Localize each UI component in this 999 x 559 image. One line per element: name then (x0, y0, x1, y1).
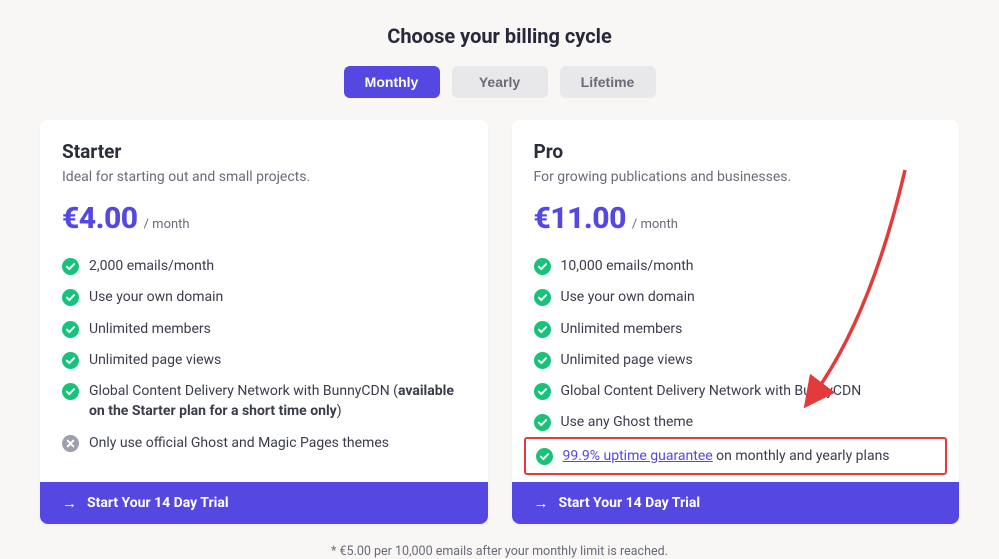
plans-row: Starter Ideal for starting out and small… (40, 120, 959, 524)
feature-text: Global Content Delivery Network with Bun… (561, 381, 862, 401)
feature-row: Use any Ghost theme (534, 412, 938, 432)
plan-price: €4.00 (62, 201, 138, 236)
feature-row: 99.9% uptime guarantee on monthly and ye… (536, 446, 936, 466)
plan-interval: / month (144, 217, 190, 232)
feature-row: Only use official Ghost and Magic Pages … (62, 433, 466, 453)
tab-monthly[interactable]: Monthly (344, 66, 440, 98)
check-circle-icon (534, 383, 551, 400)
feature-text: Unlimited members (561, 319, 683, 339)
feature-text: Global Content Delivery Network with Bun… (89, 381, 466, 422)
feature-text: Unlimited page views (89, 350, 221, 370)
plan-tagline: Ideal for starting out and small project… (62, 169, 466, 185)
billing-cycle-tabs: Monthly Yearly Lifetime (40, 66, 959, 98)
plan-features: 2,000 emails/month Use your own domain Unl… (62, 256, 466, 453)
check-circle-icon (534, 321, 551, 338)
tab-lifetime[interactable]: Lifetime (560, 66, 656, 98)
feature-text: Unlimited members (89, 319, 211, 339)
check-circle-icon (534, 414, 551, 431)
feature-row: Unlimited page views (62, 350, 466, 370)
plan-price: €11.00 (534, 201, 626, 236)
feature-text: 2,000 emails/month (89, 256, 214, 276)
feature-text: Use your own domain (561, 287, 695, 307)
check-circle-icon (62, 321, 79, 338)
footnote: * €5.00 per 10,000 emails after your mon… (40, 544, 959, 559)
feature-text[interactable]: 99.9% uptime guarantee on monthly and ye… (563, 446, 890, 466)
tab-yearly[interactable]: Yearly (452, 66, 548, 98)
check-circle-icon (62, 289, 79, 306)
feature-text: Only use official Ghost and Magic Pages … (89, 433, 389, 453)
highlighted-feature: 99.9% uptime guarantee on monthly and ye… (524, 437, 948, 475)
cta-label: Start Your 14 Day Trial (87, 495, 229, 511)
feature-row: Unlimited members (62, 319, 466, 339)
feature-row: Use your own domain (62, 287, 466, 307)
check-circle-icon (62, 352, 79, 369)
cross-circle-icon (62, 435, 79, 452)
feature-text: Use any Ghost theme (561, 412, 694, 432)
start-trial-button[interactable]: → Start Your 14 Day Trial (512, 482, 960, 524)
plan-features: 10,000 emails/month Use your own domain Un… (534, 256, 938, 468)
feature-text: Unlimited page views (561, 350, 693, 370)
feature-row: Unlimited members (534, 319, 938, 339)
plan-interval: / month (632, 217, 678, 232)
page-title: Choose your billing cycle (40, 24, 959, 48)
plan-tagline: For growing publications and businesses. (534, 169, 938, 185)
feature-row: 2,000 emails/month (62, 256, 466, 276)
arrow-right-icon: → (534, 496, 549, 511)
check-circle-icon (534, 352, 551, 369)
plan-name: Starter (62, 140, 466, 163)
feature-row: 10,000 emails/month (534, 256, 938, 276)
start-trial-button[interactable]: → Start Your 14 Day Trial (40, 482, 488, 524)
plan-card-starter: Starter Ideal for starting out and small… (40, 120, 488, 524)
feature-row: Global Content Delivery Network with Bun… (534, 381, 938, 401)
check-circle-icon (536, 448, 553, 465)
arrow-right-icon: → (62, 496, 77, 511)
check-circle-icon (62, 258, 79, 275)
check-circle-icon (534, 258, 551, 275)
plan-price-row: €11.00 / month (534, 201, 938, 236)
check-circle-icon (62, 383, 79, 400)
plan-name: Pro (534, 140, 938, 163)
check-circle-icon (534, 289, 551, 306)
feature-text: 10,000 emails/month (561, 256, 694, 276)
plan-card-pro: Pro For growing publications and busines… (512, 120, 960, 524)
feature-row: Unlimited page views (534, 350, 938, 370)
feature-row: Use your own domain (534, 287, 938, 307)
feature-text: Use your own domain (89, 287, 223, 307)
plan-price-row: €4.00 / month (62, 201, 466, 236)
cta-label: Start Your 14 Day Trial (559, 495, 701, 511)
feature-row: Global Content Delivery Network with Bun… (62, 381, 466, 422)
